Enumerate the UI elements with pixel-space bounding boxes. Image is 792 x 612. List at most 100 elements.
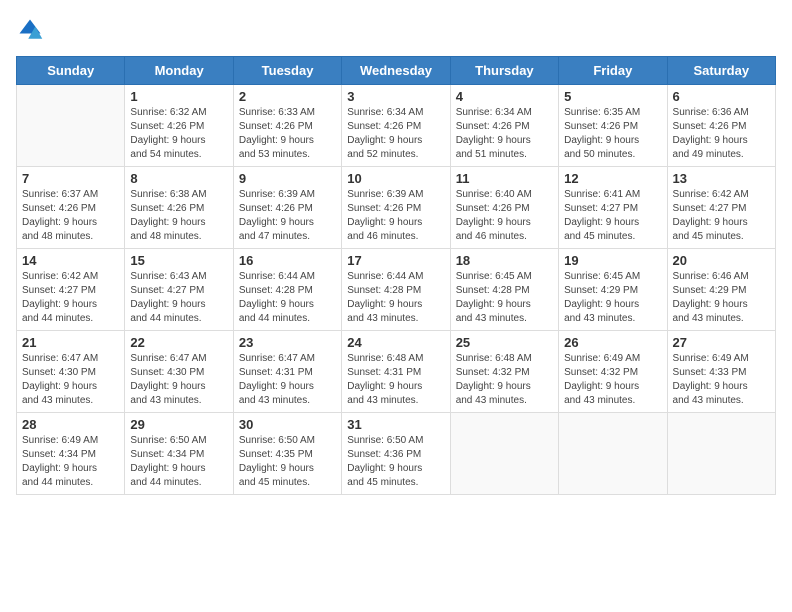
day-number: 31 xyxy=(347,417,444,432)
day-info: Sunrise: 6:33 AM Sunset: 4:26 PM Dayligh… xyxy=(239,106,336,162)
day-number: 11 xyxy=(456,171,553,186)
day-info: Sunrise: 6:40 AM Sunset: 4:26 PM Dayligh… xyxy=(456,188,553,244)
calendar-cell: 20 Sunrise: 6:46 AM Sunset: 4:29 PM Dayli… xyxy=(667,249,775,331)
week-row-1: 7 Sunrise: 6:37 AM Sunset: 4:26 PM Daylig… xyxy=(17,167,776,249)
calendar-cell: 14 Sunrise: 6:42 AM Sunset: 4:27 PM Dayli… xyxy=(17,249,125,331)
calendar-cell: 15 Sunrise: 6:43 AM Sunset: 4:27 PM Dayli… xyxy=(125,249,233,331)
day-number: 5 xyxy=(564,89,661,104)
logo xyxy=(16,16,48,44)
calendar-cell: 23 Sunrise: 6:47 AM Sunset: 4:31 PM Dayli… xyxy=(233,331,341,413)
day-number: 20 xyxy=(673,253,770,268)
day-info: Sunrise: 6:36 AM Sunset: 4:26 PM Dayligh… xyxy=(673,106,770,162)
day-number: 26 xyxy=(564,335,661,350)
page-header xyxy=(16,16,776,44)
day-info: Sunrise: 6:48 AM Sunset: 4:32 PM Dayligh… xyxy=(456,352,553,408)
day-info: Sunrise: 6:42 AM Sunset: 4:27 PM Dayligh… xyxy=(22,270,119,326)
day-number: 16 xyxy=(239,253,336,268)
day-info: Sunrise: 6:47 AM Sunset: 4:31 PM Dayligh… xyxy=(239,352,336,408)
calendar-cell: 8Sunrise: 6:38 AM Sunset: 4:26 PM Daylig… xyxy=(125,167,233,249)
day-info: Sunrise: 6:49 AM Sunset: 4:32 PM Dayligh… xyxy=(564,352,661,408)
day-info: Sunrise: 6:44 AM Sunset: 4:28 PM Dayligh… xyxy=(347,270,444,326)
day-number: 7 xyxy=(22,171,119,186)
calendar-cell: 30 Sunrise: 6:50 AM Sunset: 4:35 PM Dayli… xyxy=(233,413,341,495)
day-info: Sunrise: 6:35 AM Sunset: 4:26 PM Dayligh… xyxy=(564,106,661,162)
day-number: 15 xyxy=(130,253,227,268)
day-number: 10 xyxy=(347,171,444,186)
day-number: 27 xyxy=(673,335,770,350)
day-number: 23 xyxy=(239,335,336,350)
calendar-cell: 28 Sunrise: 6:49 AM Sunset: 4:34 PM Dayli… xyxy=(17,413,125,495)
calendar-cell: 7 Sunrise: 6:37 AM Sunset: 4:26 PM Daylig… xyxy=(17,167,125,249)
day-info: Sunrise: 6:45 AM Sunset: 4:28 PM Dayligh… xyxy=(456,270,553,326)
calendar-cell: 31Sunrise: 6:50 AM Sunset: 4:36 PM Dayli… xyxy=(342,413,450,495)
calendar-cell: 27 Sunrise: 6:49 AM Sunset: 4:33 PM Dayli… xyxy=(667,331,775,413)
calendar-cell: 1Sunrise: 6:32 AM Sunset: 4:26 PM Daylig… xyxy=(125,85,233,167)
day-number: 14 xyxy=(22,253,119,268)
day-info: Sunrise: 6:32 AM Sunset: 4:26 PM Dayligh… xyxy=(130,106,227,162)
header-row: SundayMondayTuesdayWednesdayThursdayFrid… xyxy=(17,57,776,85)
day-number: 18 xyxy=(456,253,553,268)
day-number: 12 xyxy=(564,171,661,186)
day-info: Sunrise: 6:38 AM Sunset: 4:26 PM Dayligh… xyxy=(130,188,227,244)
day-info: Sunrise: 6:47 AM Sunset: 4:30 PM Dayligh… xyxy=(22,352,119,408)
header-saturday: Saturday xyxy=(667,57,775,85)
calendar-table: SundayMondayTuesdayWednesdayThursdayFrid… xyxy=(16,56,776,495)
header-monday: Monday xyxy=(125,57,233,85)
calendar-cell: 21 Sunrise: 6:47 AM Sunset: 4:30 PM Dayli… xyxy=(17,331,125,413)
day-info: Sunrise: 6:34 AM Sunset: 4:26 PM Dayligh… xyxy=(456,106,553,162)
header-sunday: Sunday xyxy=(17,57,125,85)
header-thursday: Thursday xyxy=(450,57,558,85)
day-number: 6 xyxy=(673,89,770,104)
day-info: Sunrise: 6:34 AM Sunset: 4:26 PM Dayligh… xyxy=(347,106,444,162)
day-info: Sunrise: 6:49 AM Sunset: 4:33 PM Dayligh… xyxy=(673,352,770,408)
day-number: 9 xyxy=(239,171,336,186)
calendar-cell: 2 Sunrise: 6:33 AM Sunset: 4:26 PM Daylig… xyxy=(233,85,341,167)
day-info: Sunrise: 6:47 AM Sunset: 4:30 PM Dayligh… xyxy=(130,352,227,408)
calendar-cell: 9 Sunrise: 6:39 AM Sunset: 4:26 PM Daylig… xyxy=(233,167,341,249)
calendar-cell xyxy=(559,413,667,495)
day-number: 3 xyxy=(347,89,444,104)
calendar-cell: 17Sunrise: 6:44 AM Sunset: 4:28 PM Dayli… xyxy=(342,249,450,331)
day-info: Sunrise: 6:41 AM Sunset: 4:27 PM Dayligh… xyxy=(564,188,661,244)
calendar-cell xyxy=(450,413,558,495)
day-info: Sunrise: 6:37 AM Sunset: 4:26 PM Dayligh… xyxy=(22,188,119,244)
calendar-cell: 3 Sunrise: 6:34 AM Sunset: 4:26 PM Daylig… xyxy=(342,85,450,167)
day-info: Sunrise: 6:44 AM Sunset: 4:28 PM Dayligh… xyxy=(239,270,336,326)
logo-icon xyxy=(16,16,44,44)
calendar-cell: 10Sunrise: 6:39 AM Sunset: 4:26 PM Dayli… xyxy=(342,167,450,249)
day-number: 21 xyxy=(22,335,119,350)
day-number: 29 xyxy=(130,417,227,432)
calendar-cell: 16 Sunrise: 6:44 AM Sunset: 4:28 PM Dayli… xyxy=(233,249,341,331)
calendar-cell: 25 Sunrise: 6:48 AM Sunset: 4:32 PM Dayli… xyxy=(450,331,558,413)
calendar-cell: 18 Sunrise: 6:45 AM Sunset: 4:28 PM Dayli… xyxy=(450,249,558,331)
day-info: Sunrise: 6:50 AM Sunset: 4:34 PM Dayligh… xyxy=(130,434,227,490)
day-info: Sunrise: 6:48 AM Sunset: 4:31 PM Dayligh… xyxy=(347,352,444,408)
header-wednesday: Wednesday xyxy=(342,57,450,85)
day-number: 4 xyxy=(456,89,553,104)
day-info: Sunrise: 6:46 AM Sunset: 4:29 PM Dayligh… xyxy=(673,270,770,326)
calendar-cell xyxy=(17,85,125,167)
day-number: 13 xyxy=(673,171,770,186)
header-tuesday: Tuesday xyxy=(233,57,341,85)
day-info: Sunrise: 6:39 AM Sunset: 4:26 PM Dayligh… xyxy=(239,188,336,244)
calendar-cell: 6 Sunrise: 6:36 AM Sunset: 4:26 PM Daylig… xyxy=(667,85,775,167)
calendar-header: SundayMondayTuesdayWednesdayThursdayFrid… xyxy=(17,57,776,85)
day-info: Sunrise: 6:49 AM Sunset: 4:34 PM Dayligh… xyxy=(22,434,119,490)
calendar-cell: 11 Sunrise: 6:40 AM Sunset: 4:26 PM Dayli… xyxy=(450,167,558,249)
day-info: Sunrise: 6:45 AM Sunset: 4:29 PM Dayligh… xyxy=(564,270,661,326)
day-info: Sunrise: 6:43 AM Sunset: 4:27 PM Dayligh… xyxy=(130,270,227,326)
calendar-cell: 22Sunrise: 6:47 AM Sunset: 4:30 PM Dayli… xyxy=(125,331,233,413)
day-number: 24 xyxy=(347,335,444,350)
calendar-cell: 13Sunrise: 6:42 AM Sunset: 4:27 PM Dayli… xyxy=(667,167,775,249)
day-number: 28 xyxy=(22,417,119,432)
calendar-cell: 19Sunrise: 6:45 AM Sunset: 4:29 PM Dayli… xyxy=(559,249,667,331)
day-info: Sunrise: 6:50 AM Sunset: 4:35 PM Dayligh… xyxy=(239,434,336,490)
header-friday: Friday xyxy=(559,57,667,85)
calendar-cell xyxy=(667,413,775,495)
day-number: 25 xyxy=(456,335,553,350)
calendar-cell: 4 Sunrise: 6:34 AM Sunset: 4:26 PM Daylig… xyxy=(450,85,558,167)
week-row-3: 21 Sunrise: 6:47 AM Sunset: 4:30 PM Dayli… xyxy=(17,331,776,413)
day-number: 2 xyxy=(239,89,336,104)
day-number: 30 xyxy=(239,417,336,432)
week-row-2: 14 Sunrise: 6:42 AM Sunset: 4:27 PM Dayli… xyxy=(17,249,776,331)
